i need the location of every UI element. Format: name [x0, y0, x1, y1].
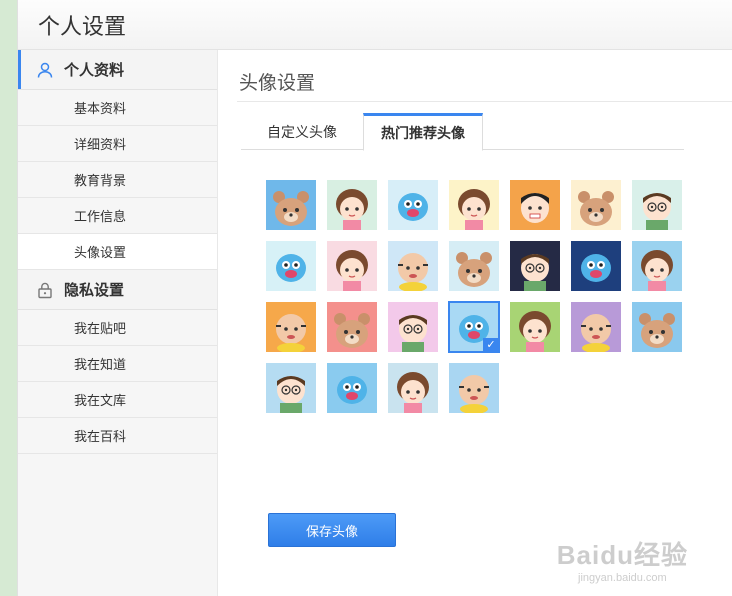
save-avatar-button[interactable]: 保存头像	[268, 513, 396, 547]
avatar-option[interactable]	[571, 302, 621, 352]
avatar-option[interactable]	[632, 302, 682, 352]
sidebar-section-profile[interactable]: 个人资料	[18, 50, 217, 90]
avatar-grid: ✓	[266, 180, 682, 413]
avatar-option[interactable]	[327, 180, 377, 230]
tab-hot-avatars[interactable]: 热门推荐头像	[363, 113, 483, 151]
sidebar-item-education[interactable]: 教育背景	[18, 162, 217, 198]
avatar-option[interactable]	[388, 302, 438, 352]
avatar-option[interactable]	[510, 180, 560, 230]
sidebar-item-zhidao[interactable]: 我在知道	[18, 346, 217, 382]
checkmark-icon: ✓	[483, 338, 499, 352]
avatar-option[interactable]	[327, 363, 377, 413]
sidebar-item-wenku[interactable]: 我在文库	[18, 382, 217, 418]
avatar-option[interactable]	[571, 180, 621, 230]
avatar-option[interactable]	[327, 241, 377, 291]
avatar-option[interactable]	[266, 363, 316, 413]
avatar-option[interactable]	[510, 241, 560, 291]
window-left-strip	[0, 0, 17, 596]
sidebar-section-label: 隐私设置	[64, 281, 125, 299]
avatar-option[interactable]	[449, 363, 499, 413]
sidebar-item-baike[interactable]: 我在百科	[18, 418, 217, 454]
avatar-option[interactable]: ✓	[448, 301, 500, 353]
watermark-line1: Baidu经验	[556, 540, 688, 570]
baidu-watermark: Baidu经验 jingyan.baidu.com	[557, 535, 688, 584]
avatar-option[interactable]	[388, 180, 438, 230]
sidebar-item-detail-info[interactable]: 详细资料	[18, 126, 217, 162]
panel-title: 头像设置	[239, 72, 316, 94]
tab-custom-avatar[interactable]: 自定义头像	[241, 113, 363, 150]
user-icon	[36, 61, 54, 79]
watermark-line2: jingyan.baidu.com	[578, 572, 667, 584]
sidebar-item-tieba[interactable]: 我在贴吧	[18, 310, 217, 346]
sidebar-item-work[interactable]: 工作信息	[18, 198, 217, 234]
sidebar-item-basic-info[interactable]: 基本资料	[18, 90, 217, 126]
avatar-option[interactable]	[510, 302, 560, 352]
page-header: 个人设置	[18, 0, 732, 50]
sidebar-item-avatar[interactable]: 头像设置	[18, 234, 217, 270]
main-panel: 头像设置 自定义头像 热门推荐头像 ✓ 保存头像 Baidu经验 jingyan…	[219, 50, 732, 596]
settings-window: 个人设置 个人资料 基本资料 详细资料 教育背景 工作信息 头像设置 隐私设置 …	[17, 0, 732, 596]
sidebar-section-label: 个人资料	[64, 61, 125, 79]
avatar-option[interactable]	[571, 241, 621, 291]
avatar-option[interactable]	[632, 241, 682, 291]
sidebar: 个人资料 基本资料 详细资料 教育背景 工作信息 头像设置 隐私设置 我在贴吧 …	[18, 50, 218, 596]
sidebar-section-privacy[interactable]: 隐私设置	[18, 270, 217, 310]
avatar-option[interactable]	[327, 302, 377, 352]
title-divider	[237, 101, 732, 102]
avatar-option[interactable]	[632, 180, 682, 230]
avatar-option[interactable]	[388, 241, 438, 291]
avatar-option[interactable]	[449, 180, 499, 230]
avatar-tabs: 自定义头像 热门推荐头像	[241, 113, 684, 151]
avatar-option[interactable]	[266, 180, 316, 230]
lock-icon	[36, 281, 54, 299]
avatar-option[interactable]	[266, 241, 316, 291]
avatar-option[interactable]	[266, 302, 316, 352]
avatar-option[interactable]	[449, 241, 499, 291]
page-title: 个人设置	[38, 14, 127, 40]
avatar-option[interactable]	[388, 363, 438, 413]
